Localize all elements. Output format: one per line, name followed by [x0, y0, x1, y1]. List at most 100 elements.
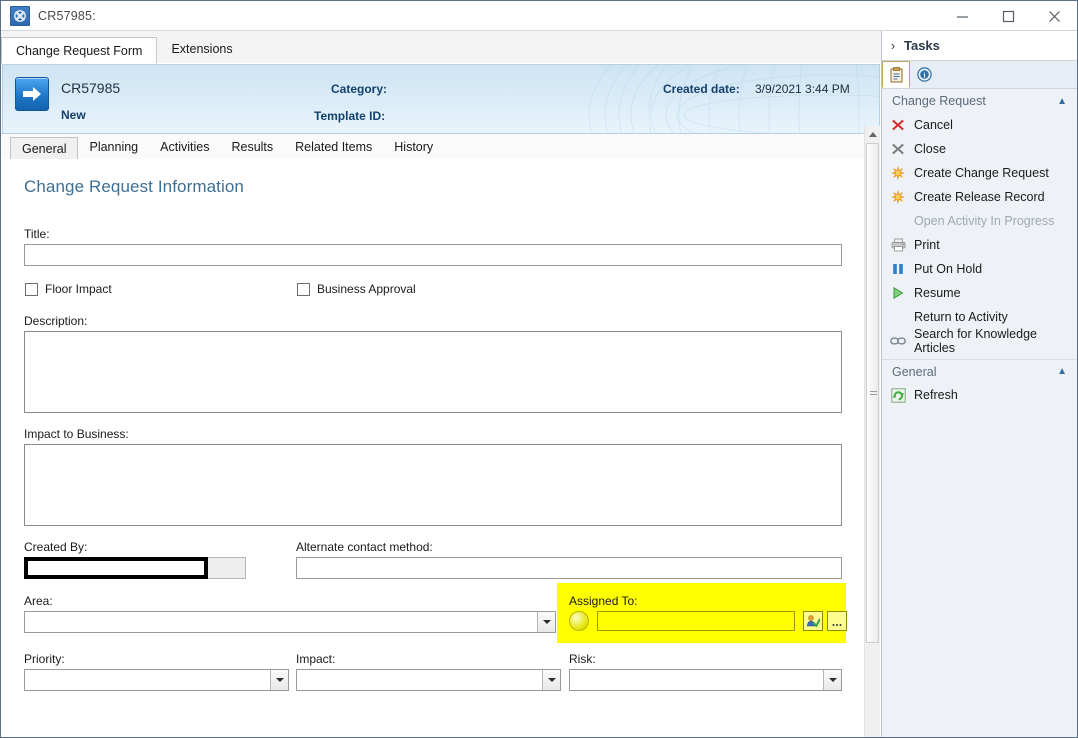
task-item-create-change-request[interactable]: Create Change Request: [882, 161, 1077, 185]
pause-icon: [890, 261, 906, 277]
risk-combobox[interactable]: [569, 669, 842, 691]
created-by-label: Created By:: [24, 540, 88, 554]
close-button[interactable]: [1031, 1, 1077, 31]
task-item-label: Create Change Request: [914, 166, 1049, 180]
task-item-label: Search for Knowledge Articles: [914, 327, 1037, 355]
task-group-change-request-title: Change Request: [892, 94, 986, 108]
form-body: Change Request Information Title: Floor …: [2, 159, 868, 736]
alternate-contact-input[interactable]: [296, 557, 842, 579]
form-tab-general[interactable]: General: [10, 137, 79, 160]
record-status: New: [61, 108, 86, 122]
record-banner: CR57985 New Category: Template ID: Creat…: [2, 64, 880, 134]
impact-combobox[interactable]: [296, 669, 561, 691]
priority-combobox[interactable]: [24, 669, 289, 691]
refresh-icon: [890, 387, 906, 403]
task-item-cancel[interactable]: Cancel: [882, 113, 1077, 137]
task-group-general-header[interactable]: General ▲: [882, 359, 1077, 383]
title-input[interactable]: [24, 244, 842, 266]
form-tab-history[interactable]: History: [383, 136, 444, 159]
form-tab-activities[interactable]: Activities: [149, 136, 220, 159]
form-tab-strip: General Planning Activities Results Rela…: [2, 134, 880, 160]
risk-label: Risk:: [569, 652, 596, 666]
category-label: Category:: [331, 82, 388, 96]
task-pane-header: › Tasks: [882, 31, 1077, 61]
task-item-refresh[interactable]: Refresh: [882, 383, 1077, 407]
maximize-button[interactable]: [985, 1, 1031, 31]
created-by-input[interactable]: [24, 557, 208, 579]
task-item-label: Resume: [914, 286, 961, 300]
impact-dropdown-arrow[interactable]: [542, 670, 560, 690]
red-x-icon: [890, 117, 906, 133]
task-item-put-on-hold[interactable]: Put On Hold: [882, 257, 1077, 281]
task-item-open-activity-in-progress: Open Activity In Progress: [882, 209, 1077, 233]
form-tab-planning[interactable]: Planning: [78, 136, 149, 159]
task-item-print[interactable]: Print: [882, 233, 1077, 257]
chevron-up-icon[interactable]: ▲: [1057, 96, 1067, 107]
ribbon-tab-extensions[interactable]: Extensions: [157, 36, 246, 63]
business-approval-checkbox-row[interactable]: Business Approval: [297, 282, 416, 296]
task-item-label: Open Activity In Progress: [914, 214, 1055, 228]
created-by-picker-button[interactable]: [208, 557, 246, 579]
change-request-icon: [10, 6, 30, 26]
gray-x-icon: [890, 141, 906, 157]
alternate-contact-label: Alternate contact method:: [296, 540, 433, 554]
impact-label: Impact:: [296, 652, 336, 666]
window-controls: [939, 1, 1077, 31]
title-bar: CR57985:: [1, 1, 1077, 31]
assigned-to-input[interactable]: [597, 611, 795, 631]
area-dropdown-arrow[interactable]: [537, 612, 555, 632]
area-label: Area:: [24, 594, 53, 608]
task-item-search-for-knowledge-articles[interactable]: Search for Knowledge Articles: [882, 327, 1077, 355]
created-date-label: Created date:: [663, 82, 740, 96]
form-vertical-scrollbar[interactable]: [864, 126, 880, 737]
task-pane-title: Tasks: [904, 38, 940, 53]
template-id-label: Template ID:: [314, 109, 386, 123]
assigned-to-user-picker-icon[interactable]: [803, 611, 823, 631]
floor-impact-checkbox[interactable]: [25, 282, 38, 296]
scrollbar-grip-icon: [870, 391, 877, 397]
svg-text:i: i: [923, 71, 925, 79]
task-pane-toolbar: i: [882, 61, 1077, 89]
page-title: Change Request Information: [24, 177, 244, 196]
help-info-icon[interactable]: i: [910, 61, 938, 88]
task-item-label: Create Release Record: [914, 190, 1045, 204]
priority-dropdown-arrow[interactable]: [270, 670, 288, 690]
task-item-label: Return to Activity: [914, 310, 1008, 324]
ribbon-tab-change-request-form[interactable]: Change Request Form: [1, 37, 158, 64]
task-item-create-release-record[interactable]: Create Release Record: [882, 185, 1077, 209]
scroll-up-arrow[interactable]: [865, 126, 880, 142]
task-group-change-request-header[interactable]: Change Request ▲: [882, 89, 1077, 113]
description-textarea[interactable]: [24, 331, 842, 413]
minimize-button[interactable]: [939, 1, 985, 31]
task-pane: › Tasks i Change Request ▲ Cancel Close …: [881, 31, 1077, 737]
form-tab-related-items[interactable]: Related Items: [284, 136, 383, 159]
clipboard-tasks-icon[interactable]: [882, 61, 910, 88]
floor-impact-checkbox-row[interactable]: Floor Impact: [25, 282, 112, 296]
window-title: CR57985:: [38, 9, 96, 23]
task-group-general-title: General: [892, 364, 937, 379]
form-content: Change Request Information Title: Floor …: [2, 177, 868, 691]
task-item-return-to-activity[interactable]: Return to Activity: [882, 305, 1077, 329]
area-combobox[interactable]: [24, 611, 556, 633]
task-item-label: Refresh: [914, 388, 958, 402]
chevron-right-icon[interactable]: ›: [882, 38, 904, 53]
business-approval-checkbox[interactable]: [297, 282, 310, 296]
impact-to-business-textarea[interactable]: [24, 444, 842, 526]
created-date-value: 3/9/2021 3:44 PM: [755, 82, 850, 96]
form-pane: CR57985 New Category: Template ID: Creat…: [1, 63, 881, 737]
risk-dropdown-arrow[interactable]: [823, 670, 841, 690]
change-request-window: CR57985: Change Request Form Extensions: [0, 0, 1078, 738]
task-item-label: Put On Hold: [914, 262, 983, 276]
description-label: Description:: [24, 314, 88, 328]
task-item-resume[interactable]: Resume: [882, 281, 1077, 305]
task-item-label: Cancel: [914, 118, 953, 132]
scrollbar-thumb[interactable]: [866, 143, 879, 643]
business-approval-label: Business Approval: [317, 282, 416, 296]
change-request-arrow-icon: [15, 77, 49, 111]
task-item-close[interactable]: Close: [882, 137, 1077, 161]
task-item-label: Close: [914, 142, 946, 156]
no-icon: [890, 213, 906, 229]
form-tab-results[interactable]: Results: [220, 136, 284, 159]
chevron-up-icon[interactable]: ▲: [1057, 366, 1067, 377]
assigned-to-browse-button[interactable]: [827, 611, 847, 631]
